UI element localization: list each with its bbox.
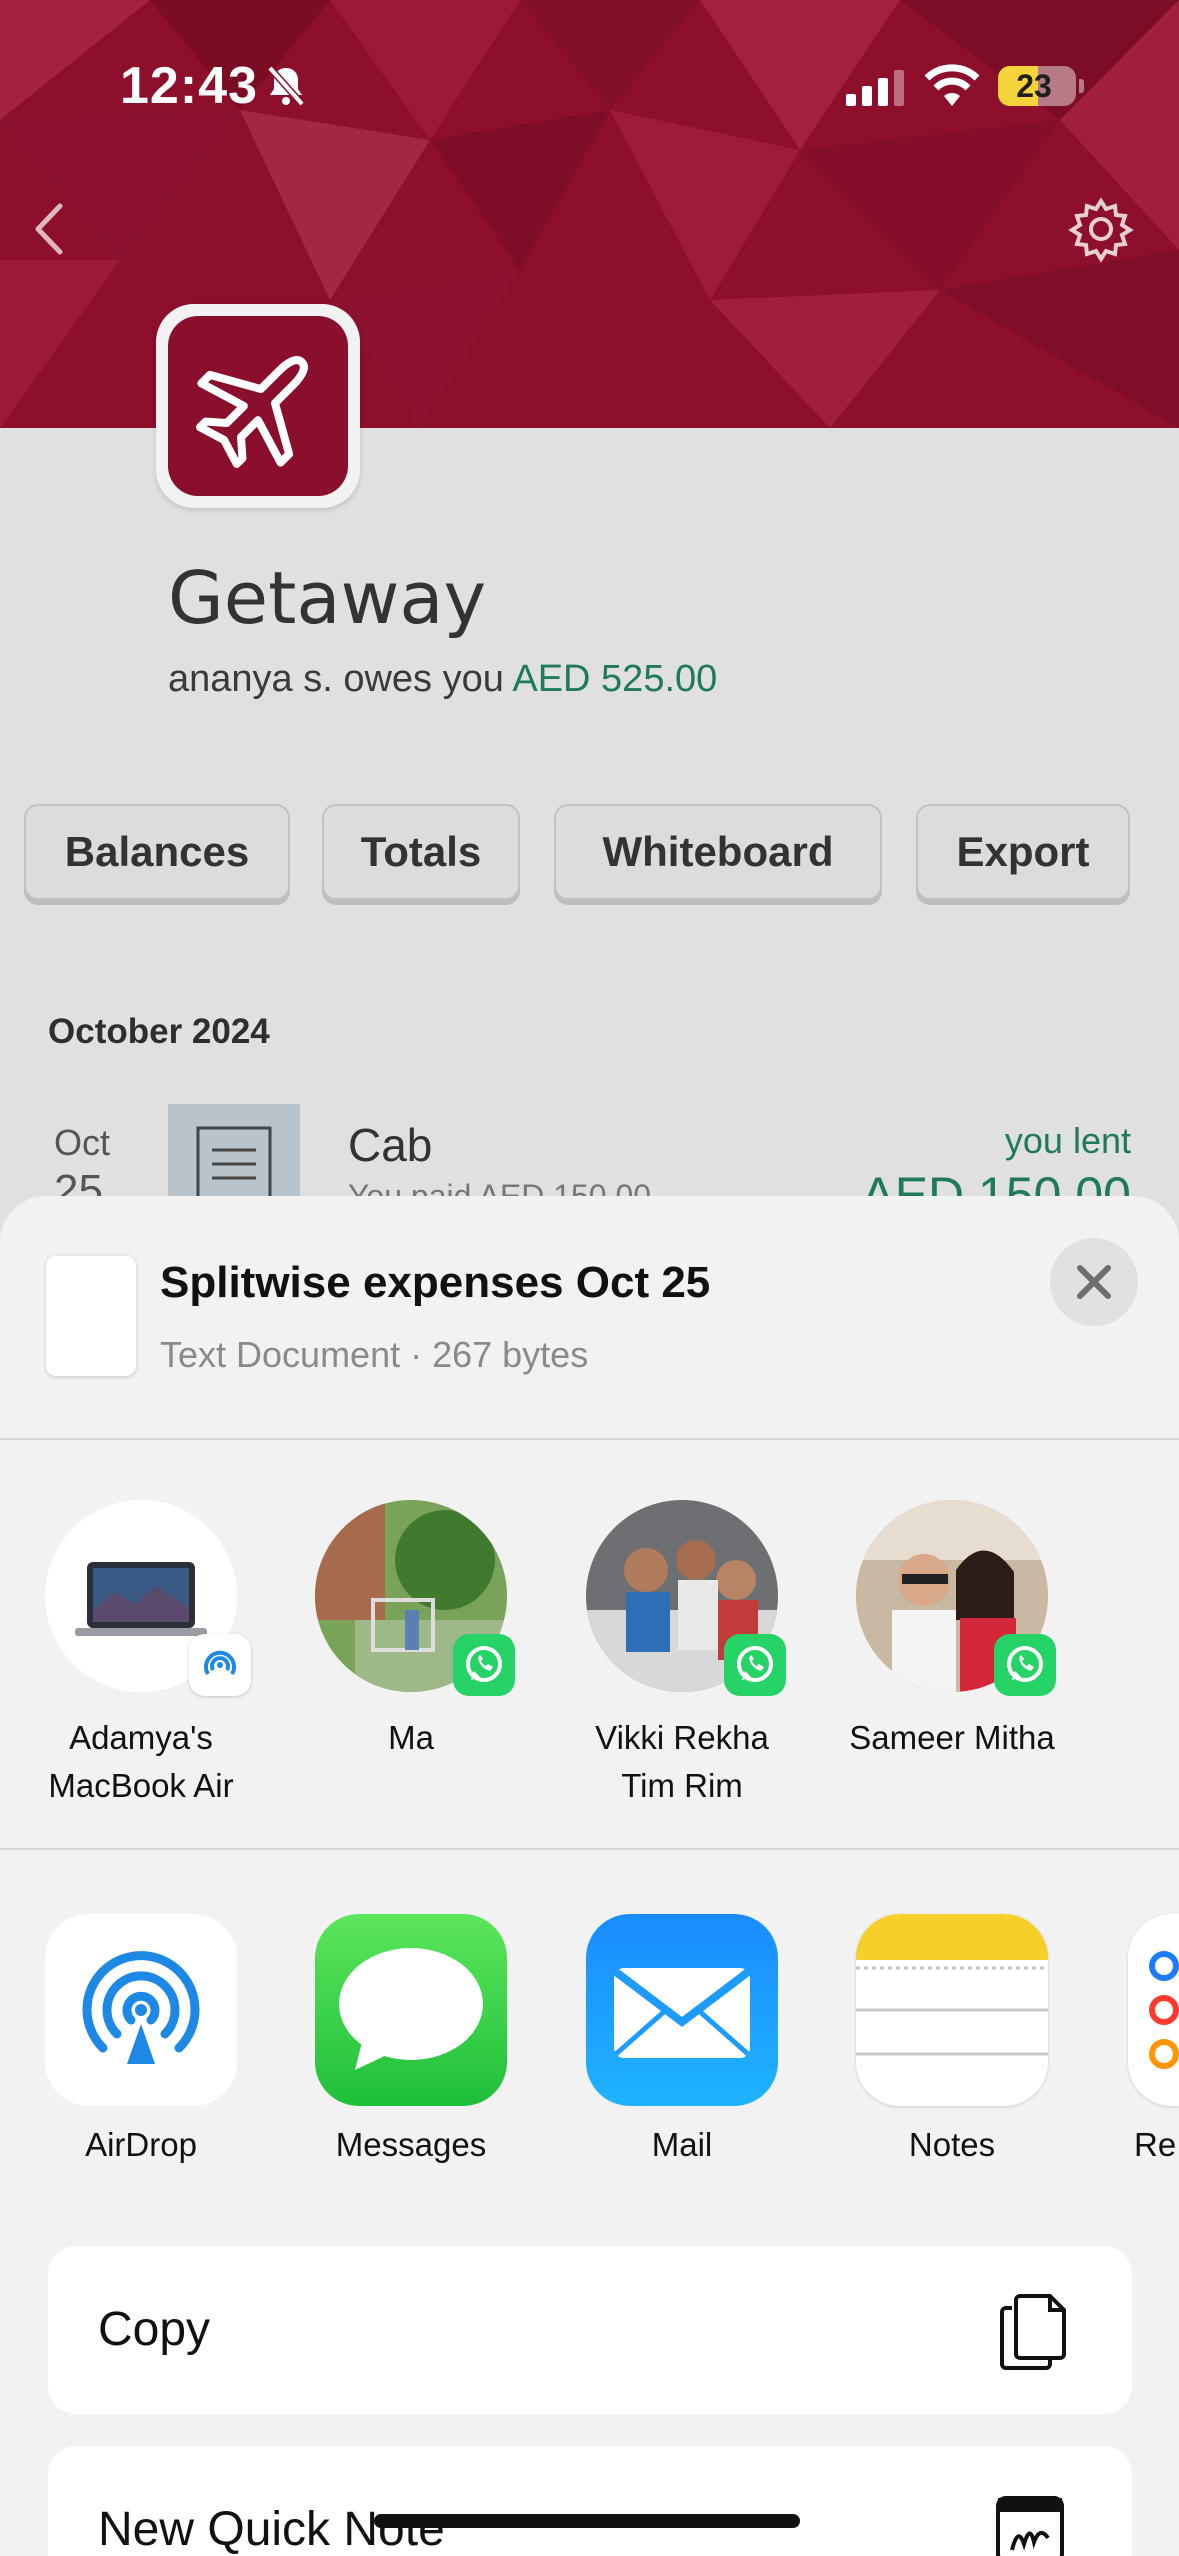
close-icon — [1077, 1265, 1111, 1299]
document-thumbnail — [46, 1256, 136, 1376]
battery-indicator: 23 — [998, 66, 1084, 106]
action-label: New Quick Note — [98, 2503, 445, 2556]
app-label: AirDrop — [85, 2126, 197, 2163]
airdrop-app-icon[interactable] — [45, 1914, 237, 2106]
share-sheet: Splitwise expenses Oct 25 Text Document … — [0, 1196, 1179, 2556]
document-title: Splitwise expenses Oct 25 — [160, 1258, 711, 1307]
status-time: 12:43 — [120, 57, 258, 115]
copy-icon — [1000, 2294, 1066, 2370]
header-divider — [0, 1438, 1179, 1440]
airplane-icon — [196, 356, 308, 468]
tab-balances[interactable]: Balances — [24, 804, 290, 900]
close-button[interactable] — [1050, 1238, 1138, 1326]
status-bar: 12:43 23 — [0, 56, 1179, 116]
expense-status: you lent — [1004, 1120, 1131, 1161]
people-divider — [0, 1848, 1179, 1850]
wifi-icon — [924, 64, 980, 106]
document-meta: Text Document · 267 bytes — [160, 1334, 589, 1375]
share-target-name: Ma — [388, 1719, 434, 1756]
silent-bell-icon — [267, 65, 305, 107]
settings-gear-icon[interactable] — [1068, 196, 1134, 262]
expense-month: Oct — [54, 1122, 111, 1163]
new-quick-note-action[interactable]: New Quick Note — [48, 2446, 1132, 2556]
receipt-icon — [168, 1104, 300, 1220]
expense-name: Cab — [348, 1119, 433, 1171]
reminders-app-icon[interactable] — [1128, 1914, 1179, 2106]
mail-app-icon[interactable] — [586, 1914, 778, 2106]
app-label: Messages — [335, 2126, 487, 2163]
share-target-name: Vikki Rekha Tim Rim — [595, 1719, 769, 1804]
owes-amount: AED 525.00 — [512, 658, 718, 700]
owes-text: ananya s. owes you — [168, 658, 504, 700]
whatsapp-icon — [453, 1634, 515, 1696]
share-target-name: Adamya's MacBook Air — [48, 1719, 234, 1804]
copy-action[interactable]: Copy — [48, 2246, 1132, 2414]
group-avatar — [156, 304, 360, 508]
balance-summary: ananya s. owes you AED 525.00 — [168, 658, 717, 701]
whatsapp-icon — [724, 1634, 786, 1696]
messages-app-icon[interactable] — [315, 1914, 507, 2106]
group-title: Getaway — [168, 556, 487, 640]
month-section-header: October 2024 — [48, 1012, 270, 1051]
tab-export[interactable]: Export — [916, 804, 1130, 900]
app-label: Mail — [651, 2126, 713, 2163]
tab-whiteboard[interactable]: Whiteboard — [554, 804, 882, 900]
home-indicator[interactable] — [374, 2514, 800, 2528]
tab-totals[interactable]: Totals — [322, 804, 520, 900]
back-chevron-icon[interactable] — [20, 196, 80, 262]
share-target-name: Sameer Mitha — [849, 1719, 1055, 1756]
app-label: Notes — [908, 2126, 996, 2163]
cellular-signal-icon — [846, 70, 904, 106]
quick-note-icon — [996, 2496, 1064, 2556]
airdrop-badge-icon — [189, 1634, 251, 1696]
whatsapp-icon — [994, 1634, 1056, 1696]
app-label: Re — [1134, 2126, 1177, 2163]
battery-level: 23 — [1016, 68, 1052, 104]
notes-app-icon[interactable] — [856, 1914, 1048, 2106]
action-label: Copy — [98, 2303, 211, 2356]
